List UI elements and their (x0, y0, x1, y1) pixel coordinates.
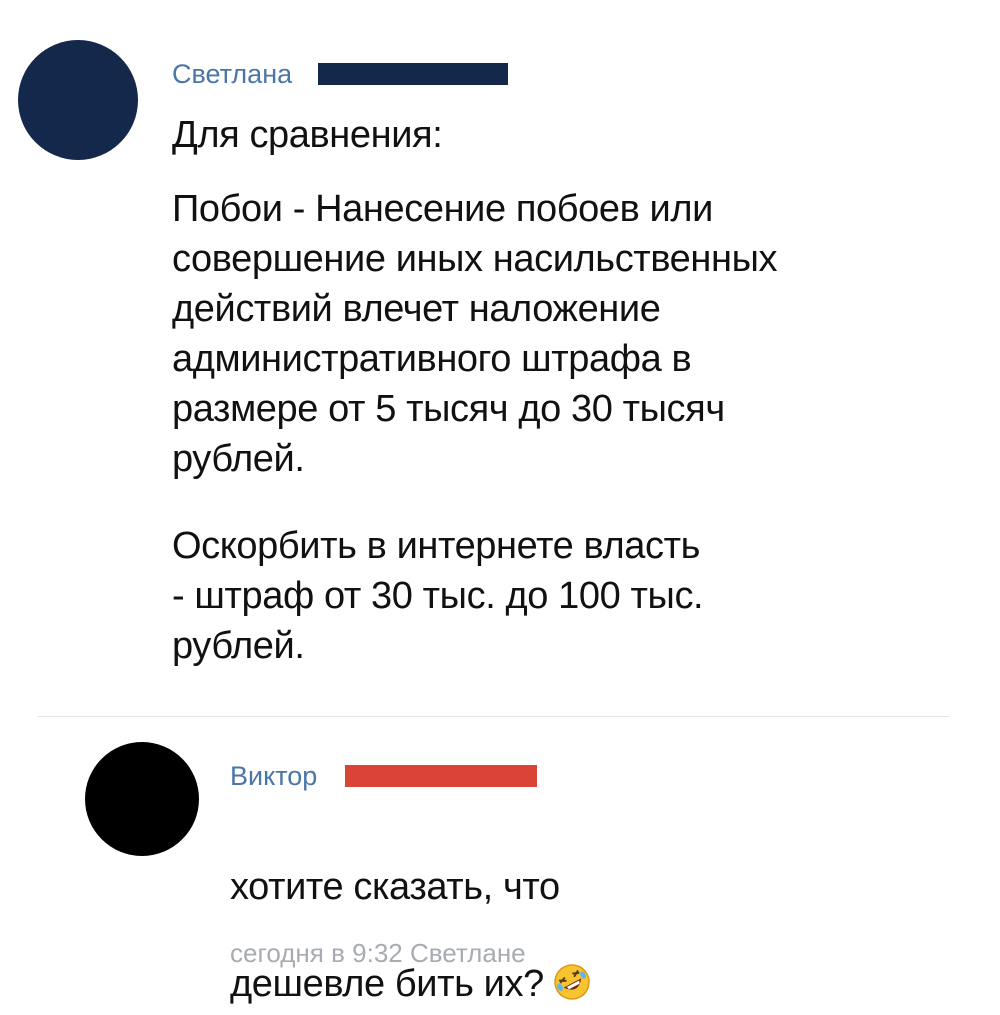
comment-paragraph-intro: Для сравнения: (172, 114, 443, 156)
redacted-surname-bar (318, 63, 509, 85)
comment-svetlana: Светлана Для сравнения: Побои - Нанесени… (0, 0, 1000, 700)
reply-text: хотите сказать, что дешевле бить их? (230, 866, 560, 1005)
comment-divider (38, 716, 950, 717)
author-row: Светлана (172, 58, 509, 90)
comment-paragraph-assault-fine: Побои - Нанесение побоев или совершение … (172, 188, 778, 480)
redacted-surname-bar (345, 765, 538, 787)
rolling-on-floor-laughing-emoji (552, 912, 592, 1015)
reply-meta[interactable]: сегодня в 9:32 Светлане (230, 938, 526, 968)
author-name-link[interactable]: Светлана (172, 58, 292, 90)
comment-paragraph-insult-fine: Оскорбить в интернете власть - штраф от … (172, 525, 704, 667)
author-row: Виктор (230, 760, 538, 792)
avatar[interactable] (18, 40, 138, 160)
avatar[interactable] (85, 742, 199, 856)
comment-viktor: Виктор хотите сказать, что дешевле бить … (0, 720, 1000, 1005)
author-name-link[interactable]: Виктор (230, 760, 317, 792)
reply-text-container: хотите сказать, что дешевле бить их? (230, 812, 790, 1015)
